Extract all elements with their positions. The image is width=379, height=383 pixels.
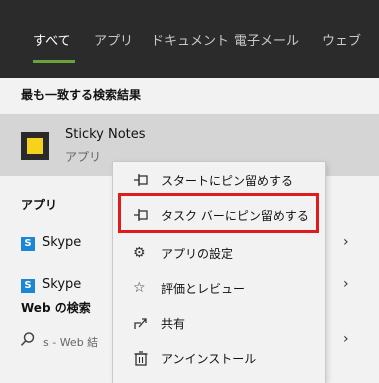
app-result-label: Skype [42, 277, 82, 292]
tab-all[interactable]: すべて [33, 30, 71, 49]
skype-icon: S [21, 279, 35, 293]
menu-label: タスク バーにピン留めする [161, 209, 309, 223]
chevron-right-icon[interactable]: › [343, 331, 349, 347]
active-tab-indicator [33, 60, 75, 63]
menu-uninstall[interactable]: アンインストール [113, 343, 325, 373]
share-icon [134, 318, 147, 329]
menu-share[interactable]: 共有 [113, 308, 325, 338]
gear-icon: ⚙ [133, 245, 146, 261]
search-icon [20, 332, 35, 346]
context-menu: スタートにピン留めする タスク バーにピン留めする ⚙ アプリの設定 ☆ 評価と… [113, 162, 325, 383]
web-result-text[interactable]: s - Web 結 [43, 334, 98, 350]
tab-apps[interactable]: アプリ [94, 30, 133, 49]
pin-icon [134, 174, 148, 186]
menu-rate-and-review[interactable]: ☆ 評価とレビュー [113, 273, 325, 303]
menu-label: アプリの設定 [161, 247, 234, 261]
app-result-label: Skype [42, 235, 82, 250]
pin-icon [134, 209, 148, 221]
menu-label: 評価とレビュー [161, 282, 246, 296]
menu-pin-to-taskbar[interactable]: タスク バーにピン留めする [113, 200, 325, 230]
apps-section-header: アプリ [21, 198, 58, 212]
chevron-right-icon[interactable]: › [343, 234, 349, 250]
menu-label: スタートにピン留めする [161, 174, 294, 188]
tab-web[interactable]: ウェブ [322, 30, 361, 49]
star-icon: ☆ [133, 280, 146, 296]
best-match-name: Sticky Notes [65, 127, 146, 142]
best-match-type: アプリ [65, 150, 102, 164]
sticky-notes-icon [21, 132, 49, 160]
trash-icon [134, 351, 148, 366]
menu-label: 共有 [161, 317, 186, 331]
best-match-header: 最も一致する検索結果 [21, 88, 142, 102]
skype-icon: S [21, 237, 35, 251]
tab-email[interactable]: 電子メール [234, 30, 299, 49]
menu-pin-to-start[interactable]: スタートにピン留めする [113, 165, 325, 195]
search-filter-bar: すべて アプリ ドキュメント 電子メール ウェブ [0, 0, 379, 78]
chevron-right-icon[interactable]: › [343, 276, 349, 292]
menu-app-settings[interactable]: ⚙ アプリの設定 [113, 238, 325, 268]
web-search-header: Web の検索 [21, 301, 91, 315]
menu-label: アンインストール [161, 352, 257, 366]
tab-documents[interactable]: ドキュメント [151, 30, 229, 49]
